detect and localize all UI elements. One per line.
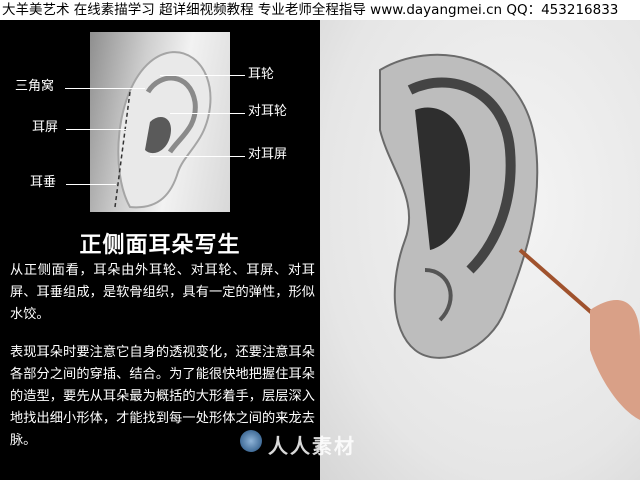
leader-line-duierlun (170, 113, 245, 114)
watermark-text: 人人素材 (268, 434, 356, 458)
leader-line-erlun (160, 75, 245, 76)
label-sanjiaowo: 三角窝 (15, 79, 55, 94)
label-duierping: 对耳屏 (248, 147, 288, 162)
watermark-logo-icon (240, 430, 262, 452)
label-erchui: 耳垂 (30, 175, 57, 190)
label-duierlun: 对耳轮 (248, 104, 288, 119)
ear-sketch-drawing (379, 53, 640, 420)
label-erlun: 耳轮 (248, 67, 275, 82)
label-erping: 耳屏 (32, 120, 59, 135)
paragraph-1: 从正侧面看，耳朵由外耳轮、对耳轮、耳屏、对耳屏、耳垂组成，是软骨组织，具有一定的… (10, 263, 315, 322)
ear-illustration (114, 51, 212, 209)
info-panel: 三角窝 耳轮 对耳轮 耳屏 对耳屏 耳垂 正侧面耳朵写生 从正侧面看，耳朵由外耳… (0, 20, 320, 480)
header-banner: 大羊美艺术 在线素描学习 超详细视频教程 专业老师全程指导 www.dayang… (0, 0, 640, 20)
leader-line-erping (66, 129, 126, 130)
leader-line-sanjiaowo (65, 88, 145, 89)
ear-sketch-image (320, 20, 640, 480)
panel-title: 正侧面耳朵写生 (79, 233, 241, 258)
leader-line-duierping (150, 156, 245, 157)
ear-photo (90, 32, 230, 212)
leader-line-erchui (66, 184, 116, 185)
